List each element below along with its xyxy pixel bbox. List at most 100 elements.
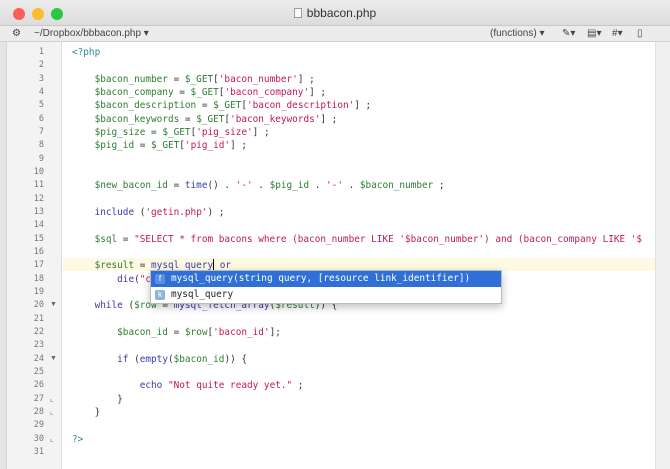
- code-line: $bacon_description = $_GET['bacon_descri…: [72, 99, 372, 112]
- line-number: 29: [33, 420, 44, 431]
- line-number: 13: [33, 206, 44, 217]
- autocomplete-popup: f mysql_query(string query, [resource lin…: [150, 270, 502, 304]
- code-token: "SELECT * from bacons where (bacon_numbe…: [134, 233, 643, 245]
- line-number: 3: [38, 73, 44, 84]
- line-number: 11: [33, 180, 44, 191]
- code-token: .: [252, 180, 270, 192]
- code-token: '-': [326, 180, 343, 192]
- code-token: (: [122, 300, 135, 312]
- title-text: bbbacon.php: [306, 6, 377, 20]
- code-line: die("c: [72, 273, 151, 286]
- hash-popup[interactable]: #▾: [612, 28, 623, 39]
- bookmark-icon[interactable]: ▤▾: [587, 28, 601, 39]
- document-icon[interactable]: ▯: [637, 28, 643, 39]
- document-icon: [293, 8, 302, 18]
- code-token: $bacon_id: [117, 326, 168, 338]
- code-token: $result: [94, 260, 135, 272]
- line-number: 15: [33, 233, 44, 244]
- fold-toggle-icon[interactable]: ▼: [50, 355, 57, 362]
- code-token: $bacon_number: [94, 73, 168, 85]
- code-token: <?php: [72, 47, 101, 58]
- line-number: 22: [33, 326, 44, 337]
- line-number: 21: [33, 313, 44, 324]
- keyword-icon: k: [155, 290, 165, 300]
- line-number: 4: [38, 86, 44, 97]
- code-token: echo: [139, 380, 163, 392]
- code-token: '-': [235, 180, 253, 192]
- code-token: .: [342, 180, 360, 192]
- code-token: ) ;: [207, 206, 225, 218]
- code-token: $bacon_description: [94, 100, 197, 112]
- line-number: 31: [33, 446, 44, 457]
- code-token: "Not quite ready yet.": [167, 380, 293, 392]
- code-token: if: [117, 353, 129, 365]
- code-line: <?php: [72, 46, 100, 59]
- code-line: }: [72, 406, 101, 419]
- code-line: ?>: [72, 433, 83, 446]
- navigation-bar: ⚙ ~/Dropbox/bbbacon.php ▾ (functions) ▾ …: [0, 26, 670, 42]
- line-number: 5: [38, 100, 44, 111]
- line-number: 12: [33, 193, 44, 204]
- line-number: 10: [33, 166, 44, 177]
- code-token: ] ;: [354, 100, 372, 112]
- autocomplete-item[interactable]: f mysql_query(string query, [resource lin…: [151, 271, 501, 287]
- code-token: .: [309, 180, 327, 192]
- code-line: $pig_size = $_GET['pig_size'] ;: [72, 126, 270, 139]
- line-number: 2: [38, 60, 44, 71]
- code-token: $pig_id: [94, 140, 135, 152]
- line-number: 17: [33, 260, 44, 271]
- line-number: 9: [38, 153, 44, 164]
- autocomplete-item[interactable]: k mysql_query: [151, 287, 501, 303]
- code-token: (: [134, 206, 146, 218]
- fold-end-icon: ⌞: [50, 435, 54, 443]
- code-token: =: [145, 126, 163, 138]
- code-line: if (empty($bacon_id)) {: [72, 353, 247, 366]
- code-token: $pig_id: [269, 180, 310, 192]
- code-line: echo "Not quite ready yet." ;: [72, 379, 304, 392]
- code-token: =: [173, 86, 191, 98]
- functions-popup[interactable]: (functions) ▾: [490, 28, 545, 39]
- code-token: $_GET: [162, 126, 191, 138]
- code-token: }: [72, 393, 123, 405]
- code-token: $bacon_id: [173, 353, 225, 365]
- code-line: $pig_id = $_GET['pig_id'] ;: [72, 139, 247, 152]
- window-title: bbbacon.php: [0, 6, 670, 20]
- code-token: () .: [207, 180, 236, 192]
- code-token: $_GET: [190, 86, 219, 98]
- path-label: ~/Dropbox/bbbacon.php: [34, 28, 142, 39]
- code-token: $bacon_keywords: [94, 113, 180, 125]
- code-token: =: [196, 100, 214, 112]
- line-number: 30: [33, 433, 44, 444]
- hash-label: #: [612, 28, 618, 39]
- pen-icon[interactable]: ✎▾: [562, 28, 575, 39]
- code-token: 'pig_size': [196, 126, 253, 138]
- line-number: 24: [33, 353, 44, 364]
- code-token: empty: [139, 353, 168, 365]
- code-token: =: [167, 73, 185, 85]
- code-token: time: [184, 180, 208, 192]
- code-token: while: [94, 300, 123, 312]
- line-number: 8: [38, 140, 44, 151]
- code-token: die: [117, 273, 135, 285]
- path-popup[interactable]: ~/Dropbox/bbbacon.php ▾: [34, 28, 149, 39]
- code-token: =: [179, 113, 197, 125]
- code-token: 'bacon_description': [247, 100, 355, 112]
- code-token: $new_bacon_id: [94, 180, 168, 192]
- code-token: ;: [433, 180, 445, 192]
- code-token: =: [134, 260, 152, 272]
- line-number: 25: [33, 366, 44, 377]
- code-token: 'bacon_keywords': [230, 113, 321, 125]
- code-editor[interactable]: <?php $bacon_number = $_GET['bacon_numbe…: [63, 42, 670, 469]
- code-token: $pig_size: [94, 126, 146, 138]
- gear-icon[interactable]: ⚙: [12, 28, 21, 39]
- fold-toggle-icon[interactable]: ▼: [50, 301, 57, 308]
- code-token: $sql: [94, 233, 118, 245]
